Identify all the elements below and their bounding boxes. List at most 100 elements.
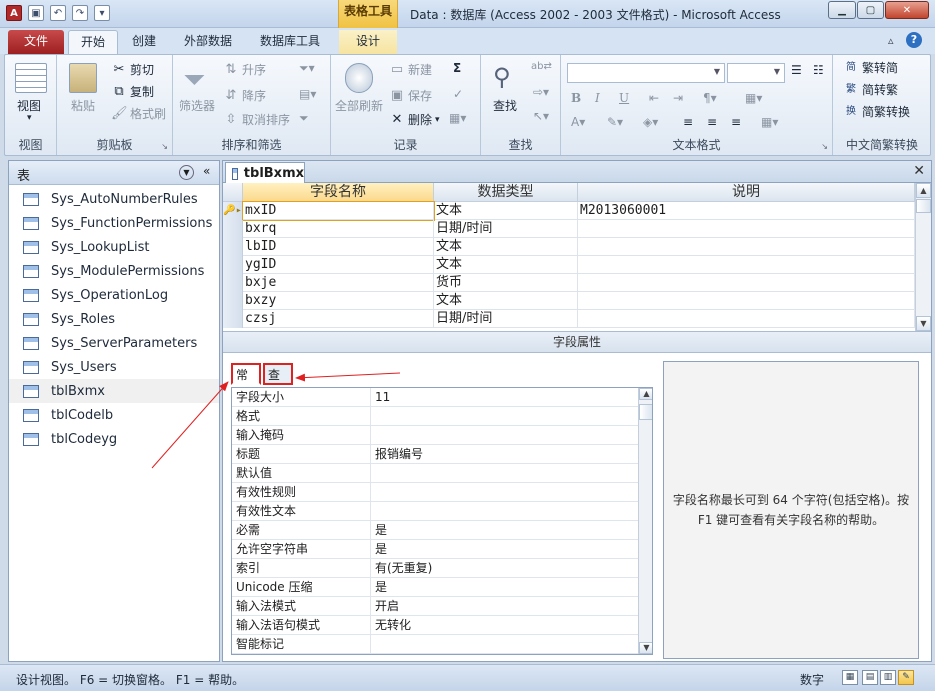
tab-external-data[interactable]: 外部数据 (172, 30, 244, 54)
scroll-thumb[interactable] (916, 199, 931, 213)
row-selector[interactable] (223, 256, 243, 274)
help-icon[interactable]: ? (906, 32, 922, 48)
description-cell[interactable] (578, 256, 915, 274)
find-button[interactable]: 查找 (493, 97, 517, 114)
property-row[interactable]: 索引 有(无重复) (232, 559, 638, 578)
font-color-icon[interactable]: A▾ (571, 115, 585, 129)
row-selector[interactable] (223, 310, 243, 328)
italic-icon[interactable]: I (595, 91, 600, 105)
property-value[interactable]: 是 (370, 521, 636, 539)
description-cell[interactable] (578, 292, 915, 310)
more-records-icon[interactable]: ▦▾ (449, 111, 466, 125)
refresh-all-button[interactable]: 全部刷新 (335, 97, 383, 114)
column-header-description[interactable]: 说明 (578, 183, 915, 202)
description-cell[interactable] (578, 274, 915, 292)
property-value[interactable] (370, 426, 636, 444)
spelling-icon[interactable]: ✓ (453, 87, 463, 101)
new-record-button[interactable]: ▭ 新建 (389, 61, 432, 78)
property-value[interactable]: 是 (370, 540, 636, 558)
description-cell[interactable] (578, 310, 915, 328)
bullets-icon[interactable]: ☰ (791, 63, 802, 77)
data-type-cell[interactable]: 日期/时间 (434, 310, 578, 328)
minimize-button[interactable]: ▁ (828, 1, 856, 19)
filter-button[interactable]: 筛选器 (179, 97, 215, 114)
property-value[interactable]: 是 (370, 578, 636, 596)
save-icon[interactable]: ▣ (28, 5, 44, 21)
description-cell[interactable] (578, 238, 915, 256)
scroll-down-icon[interactable]: ▼ (916, 316, 931, 331)
data-type-cell[interactable]: 货币 (434, 274, 578, 292)
property-value[interactable]: 报销编号 (370, 445, 636, 463)
data-type-cell[interactable]: 文本 (434, 292, 578, 310)
property-row[interactable]: 格式 (232, 407, 638, 426)
data-type-cell[interactable]: 文本 (434, 202, 578, 220)
pivot-table-view-icon[interactable]: ▤ (862, 670, 878, 685)
customize-qat-icon[interactable]: ▾ (94, 5, 110, 21)
field-row[interactable]: czsj 日期/时间 (223, 310, 915, 328)
property-row[interactable]: 输入法模式 开启 (232, 597, 638, 616)
nav-item[interactable]: Sys_ServerParameters (9, 331, 219, 355)
tab-home[interactable]: 开始 (68, 30, 119, 54)
data-type-cell[interactable]: 日期/时间 (434, 220, 578, 238)
nav-item[interactable]: tblBxmx (9, 379, 219, 403)
nav-dropdown-icon[interactable]: ▼ (179, 165, 194, 180)
paragraph-direction-icon[interactable]: ¶▾ (703, 91, 717, 105)
property-row[interactable]: 字段大小 11 (232, 388, 638, 407)
property-value[interactable] (370, 635, 636, 653)
property-value[interactable]: 有(无重复) (370, 559, 636, 577)
select-icon[interactable]: ↖▾ (533, 109, 549, 123)
row-selector[interactable] (223, 220, 243, 238)
text-format-launcher-icon[interactable]: ↘ (821, 142, 828, 151)
access-app-icon[interactable]: A (6, 5, 22, 21)
advanced-filter-icon[interactable]: ▤▾ (299, 87, 316, 101)
property-value[interactable] (370, 483, 636, 501)
row-selector[interactable] (223, 274, 243, 292)
tab-design[interactable]: 设计 (339, 30, 397, 54)
selection-filter-icon[interactable]: ⏷▾ (299, 61, 315, 76)
maximize-button[interactable]: ▢ (857, 1, 884, 19)
field-name-cell[interactable]: bxrq (243, 220, 434, 238)
grid-scrollbar[interactable]: ▲ ▼ (915, 183, 931, 331)
decrease-indent-icon[interactable]: ⇤ (649, 91, 659, 105)
property-value[interactable]: 开启 (370, 597, 636, 615)
property-value[interactable] (370, 502, 636, 520)
cut-button[interactable]: ✂ 剪切 (111, 61, 154, 78)
property-row[interactable]: 智能标记 (232, 635, 638, 654)
row-selector[interactable] (223, 292, 243, 310)
nav-item[interactable]: Sys_Users (9, 355, 219, 379)
property-row[interactable]: 允许空字符串 是 (232, 540, 638, 559)
clipboard-launcher-icon[interactable]: ↘ (161, 142, 168, 151)
close-document-icon[interactable]: ✕ (913, 163, 925, 179)
font-size-combo[interactable]: ▼ (727, 63, 785, 83)
paste-button[interactable]: 粘贴 (71, 97, 95, 114)
fill-color-icon[interactable]: ◈▾ (643, 115, 658, 129)
to-simplified-button[interactable]: 简繁转简 (843, 59, 898, 76)
to-traditional-button[interactable]: 繁简转繁 (843, 81, 898, 98)
nav-header[interactable]: 表 ▼ « (9, 161, 219, 185)
column-header-field-name[interactable]: 字段名称 (243, 183, 434, 202)
delete-record-button[interactable]: ✕ 删除 ▾ (389, 111, 440, 128)
description-cell[interactable]: M2013060001 (578, 202, 915, 220)
property-value[interactable]: 11 (370, 388, 636, 406)
scroll-up-icon[interactable]: ▲ (916, 183, 931, 198)
data-type-cell[interactable]: 文本 (434, 256, 578, 274)
field-name-cell[interactable]: lbID (243, 238, 434, 256)
pivot-chart-view-icon[interactable]: ▥ (880, 670, 896, 685)
field-name-cell[interactable]: ygID (243, 256, 434, 274)
property-scrollbar[interactable]: ▲ ▼ (638, 388, 652, 654)
property-row[interactable]: 有效性文本 (232, 502, 638, 521)
field-row[interactable]: bxrq 日期/时间 (223, 220, 915, 238)
property-row[interactable]: 标题 报销编号 (232, 445, 638, 464)
toggle-filter-icon[interactable]: ⏷ (299, 111, 309, 126)
property-value[interactable]: 无转化 (370, 616, 636, 634)
row-selector[interactable] (223, 238, 243, 256)
property-row[interactable]: 输入掩码 (232, 426, 638, 445)
tab-file[interactable]: 文件 (8, 30, 64, 54)
prop-scroll-down-icon[interactable]: ▼ (639, 642, 652, 654)
underline-icon[interactable]: U (619, 91, 629, 105)
prop-scroll-thumb[interactable] (639, 404, 652, 420)
description-cell[interactable] (578, 220, 915, 238)
clear-sort-button[interactable]: ⇳ 取消排序 (223, 111, 290, 128)
gridlines-icon[interactable]: ▦▾ (745, 91, 762, 105)
prop-scroll-up-icon[interactable]: ▲ (639, 388, 652, 400)
